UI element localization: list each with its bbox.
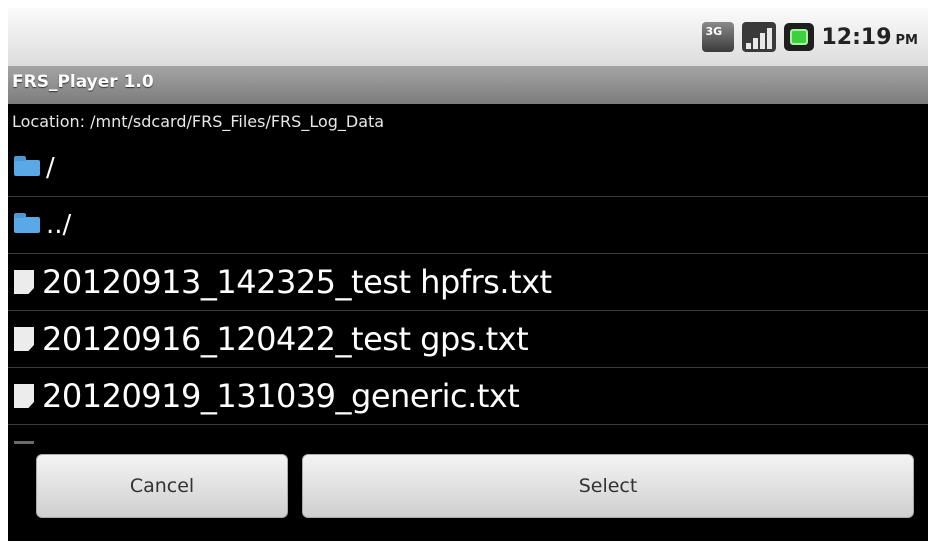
list-item-file[interactable]: 20120919_131039_generic.txt (8, 368, 928, 425)
location-path: Location: /mnt/sdcard/FRS_Files/FRS_Log_… (12, 112, 385, 131)
cancel-button[interactable]: Cancel (36, 454, 288, 518)
phone-screen: 3G 12:19 PM FRS_Player 1.0 Location: /mn… (8, 8, 928, 541)
list-item-label: 20120913_142325_test hpfrs.txt (42, 263, 552, 301)
app-title-bar: FRS_Player 1.0 (8, 66, 928, 104)
list-item-file[interactable]: 20120916_120422_test gps.txt (8, 311, 928, 368)
network-label: 3G (705, 25, 723, 38)
list-item-label: 20120919_131039_generic.txt (42, 377, 520, 415)
list-item-root-folder[interactable]: / (8, 140, 928, 197)
clock-ampm: PM (895, 32, 918, 48)
list-item-partially-hidden[interactable] (8, 425, 928, 446)
folder-icon (14, 156, 40, 176)
app-title: FRS_Player 1.0 (12, 72, 154, 92)
file-icon (14, 384, 34, 408)
select-button[interactable]: Select (302, 454, 914, 518)
status-bar: 3G 12:19 PM (8, 8, 928, 66)
file-icon (14, 327, 34, 351)
signal-strength-icon (741, 22, 776, 52)
battery-icon (783, 23, 814, 51)
file-icon (14, 270, 34, 294)
list-item-label: ../ (46, 210, 72, 240)
status-icons: 3G 12:19 PM (701, 8, 919, 66)
button-bar: Cancel Select (8, 444, 928, 541)
list-item-label: / (46, 153, 55, 183)
folder-icon (14, 213, 40, 233)
list-item-label: 20120916_120422_test gps.txt (42, 320, 529, 358)
list-item-parent-folder[interactable]: ../ (8, 197, 928, 254)
list-item-file[interactable]: 20120913_142325_test hpfrs.txt (8, 254, 928, 311)
network-3g-icon: 3G (701, 22, 734, 52)
clock: 12:19 PM (822, 25, 919, 50)
file-list[interactable]: / ../ 20120913_142325_test hpfrs.txt 201… (8, 140, 928, 446)
clock-time: 12:19 (821, 24, 892, 50)
